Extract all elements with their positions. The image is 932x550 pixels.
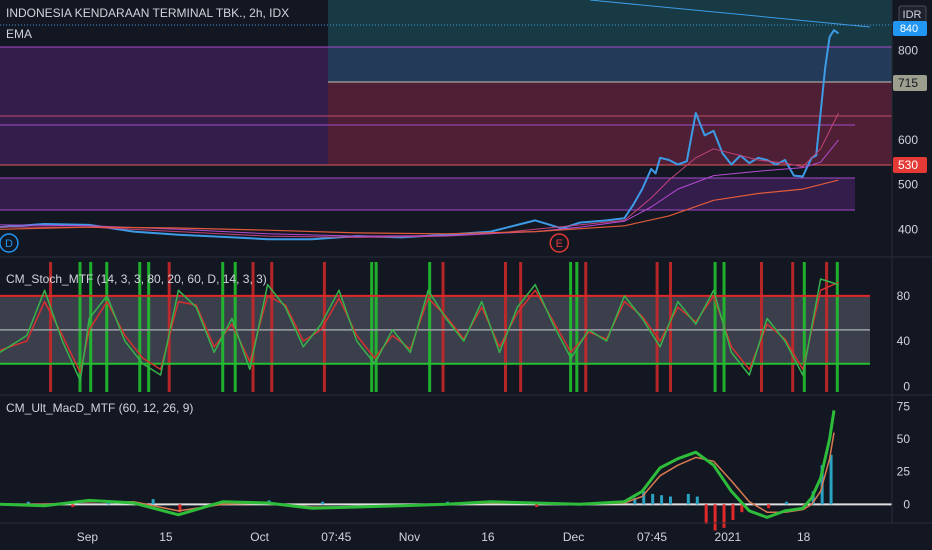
macd-hist-bar	[695, 496, 699, 505]
macd-hist-bar	[713, 504, 717, 531]
price-tick-label: 800	[898, 43, 918, 57]
macd-hist-bar	[151, 499, 155, 505]
macd-title: CM_Ult_MacD_MTF (60, 12, 26, 9)	[6, 401, 193, 415]
event-marker-label: E	[556, 238, 563, 250]
chart-canvas: 0 40 80 0 25 50 75 INDONESIA KENDARAAN TERMIN…	[0, 0, 932, 550]
currency-label: IDR	[903, 9, 922, 21]
macd-tick-label: 25	[897, 465, 911, 479]
macd-hist-bar	[767, 504, 771, 509]
macd-hist-bar	[704, 504, 708, 524]
macd-tick-label: 0	[903, 497, 910, 511]
stoch-signal-bar	[428, 262, 432, 392]
stoch-signal-bar	[759, 262, 763, 392]
stoch-signal-bar	[713, 262, 717, 392]
zone-navy	[328, 47, 892, 82]
zone-purple	[0, 47, 328, 165]
stoch-signal-bar	[370, 262, 374, 392]
macd-hist-bar	[731, 504, 735, 520]
ema-label: EMA	[6, 27, 32, 41]
stoch-title: CM_Stoch_MTF (14, 3, 3, 80, 20, 60, D, 1…	[6, 272, 267, 286]
stoch-signal-bar	[669, 262, 672, 392]
time-tick-label: Oct	[250, 530, 269, 544]
time-tick-label: 16	[481, 530, 495, 544]
macd-hist-bar	[651, 493, 655, 505]
macd-tick-label: 75	[897, 400, 911, 414]
macd-hist-bar	[535, 504, 539, 507]
stoch-signal-bar	[441, 262, 445, 392]
symbol-title: INDONESIA KENDARAAN TERMINAL TBK., 2h, I…	[6, 6, 289, 20]
stoch-signal-bar	[374, 262, 378, 392]
time-tick-label: 07:45	[321, 530, 351, 544]
time-tick-label: 2021	[715, 530, 742, 544]
zone-crimson	[328, 82, 892, 165]
last-price-tag-text: 840	[900, 23, 918, 35]
macd-hist-bar	[660, 495, 664, 505]
macd-hist-bar	[321, 501, 325, 505]
price-tick-label: 500	[898, 178, 918, 192]
time-tick-label: 07:45	[637, 530, 667, 544]
tag-530-text: 530	[898, 158, 918, 172]
stoch-tick-label: 80	[897, 289, 911, 303]
tag-715-text: 715	[898, 76, 918, 90]
stoch-signal-bar	[270, 262, 274, 392]
stoch-signal-bar	[503, 262, 507, 392]
macd-hist-bar	[71, 504, 75, 507]
macd-hist-bar	[722, 504, 726, 528]
stoch-tick-label: 40	[897, 334, 911, 348]
stoch-signal-bar	[584, 262, 588, 392]
event-marker-label: D	[5, 238, 13, 250]
stoch-signal-bar	[791, 262, 795, 392]
price-tick-label: 600	[898, 133, 918, 147]
stoch-signal-bar	[835, 262, 839, 392]
macd-tick-label: 50	[897, 432, 911, 446]
time-tick-label: Dec	[563, 530, 584, 544]
macd-hist-bar	[686, 493, 690, 505]
stoch-signal-bar	[655, 262, 659, 392]
macd-hist-bar	[669, 496, 672, 505]
stoch-tick-label: 0	[903, 379, 910, 393]
time-tick-label: Sep	[77, 530, 99, 544]
time-tick-label: Nov	[399, 530, 420, 544]
stoch-signal-bar	[575, 262, 579, 392]
stoch-signal-bar	[519, 262, 523, 392]
macd-hist-bar	[829, 454, 833, 505]
macd-hist-bar	[784, 501, 788, 505]
zone-purple-lower	[0, 178, 855, 210]
price-tick-label: 400	[898, 222, 918, 236]
stoch-signal-bar	[569, 262, 573, 392]
time-tick-label: 18	[797, 530, 811, 544]
time-tick-label: 15	[159, 530, 173, 544]
